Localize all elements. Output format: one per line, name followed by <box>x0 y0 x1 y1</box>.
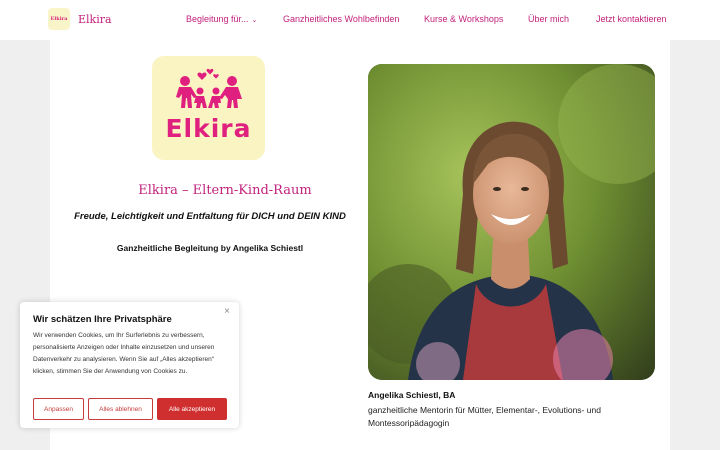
header: Elkira Elkira Begleitung für... ⌄ Ganzhei… <box>0 0 720 40</box>
family-icon <box>176 68 242 108</box>
photo-caption-name: Angelika Schiestl, BA <box>368 390 456 400</box>
brand-link[interactable]: Elkira Elkira <box>48 8 112 30</box>
nav-item-ueber-mich[interactable]: Über mich <box>528 14 569 24</box>
hero-logo: Elkira <box>152 56 265 160</box>
nav-item-label: Ganzheitliches Wohlbefinden <box>283 14 400 24</box>
nav-item-label: Kurse & Workshops <box>424 14 504 24</box>
site-title: Elkira – Eltern-Kind-Raum <box>138 183 312 198</box>
subline: Ganzheitliche Begleitung by Angelika Sch… <box>116 243 304 253</box>
accept-all-button[interactable]: Alle akzeptieren <box>157 398 227 420</box>
nav-item-label: Über mich <box>528 14 570 24</box>
photo-caption-role: ganzheitliche Mentorin für Mütter, Eleme… <box>368 405 601 428</box>
cookie-dialog: × Wir schätzen Ihre Privatsphäre Wir ver… <box>20 302 239 428</box>
tagline: Freude, Leichtigkeit und Entfaltung für … <box>74 211 346 222</box>
hero-logo-text: Elkira <box>165 114 252 143</box>
brand-name: Elkira <box>78 12 112 26</box>
brand-logo-text: Elkira <box>50 16 68 22</box>
cookie-title: Wir schätzen Ihre Privatsphäre <box>33 314 172 325</box>
brand-logo: Elkira <box>48 8 70 30</box>
portrait-photo <box>368 64 655 380</box>
close-icon[interactable]: × <box>224 306 230 317</box>
nav-item-begleitung[interactable]: Begleitung für... ⌄ <box>186 14 257 24</box>
nav-item-kurse[interactable]: Kurse & Workshops <box>424 14 503 24</box>
customize-button[interactable]: Anpassen <box>33 398 84 420</box>
cookie-text: Wir verwenden Cookies, um Ihr Surferlebn… <box>33 332 215 375</box>
reject-all-button[interactable]: Alles ablehnen <box>88 398 153 420</box>
nav-item-label: Begleitung für... <box>186 14 249 24</box>
nav-item-label: Jetzt kontaktieren <box>596 14 667 24</box>
chevron-down-icon: ⌄ <box>251 17 258 24</box>
nav-item-wohlbefinden[interactable]: Ganzheitliches Wohlbefinden <box>283 14 399 24</box>
nav-item-kontakt[interactable]: Jetzt kontaktieren <box>596 14 667 24</box>
